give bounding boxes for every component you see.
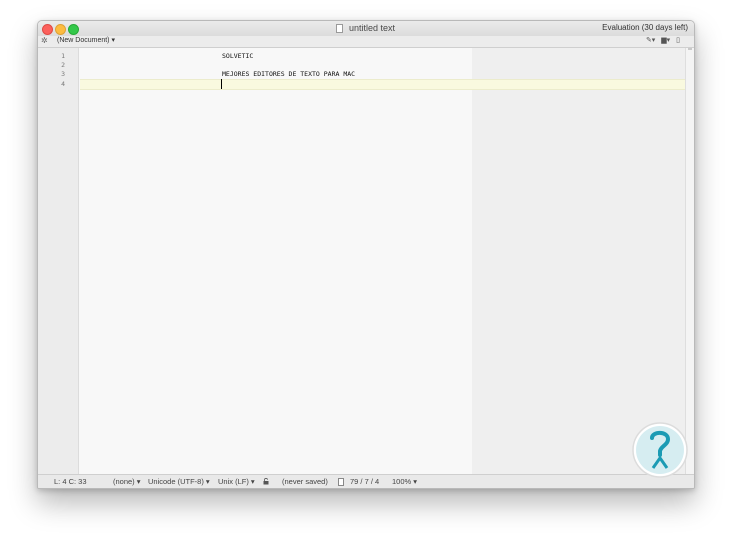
gear-icon[interactable]: ✲: [41, 36, 48, 46]
toolbar-right-icons: ✎▾ ▆▾ ▯: [642, 36, 680, 46]
evaluation-label[interactable]: Evaluation (30 days left): [602, 23, 688, 32]
text-line[interactable]: SOLVETIC: [222, 52, 253, 61]
save-state: (never saved): [282, 477, 328, 486]
zoom-window-button[interactable]: [68, 24, 79, 35]
watermark-logo-icon: [632, 422, 688, 478]
editor-window: untitled text Evaluation (30 days left) …: [37, 20, 695, 489]
editor-area[interactable]: 1 2 3 4 SOLVETIC MEJORES EDITORES DE TEX…: [38, 48, 694, 474]
copy-icon[interactable]: ▆▾: [661, 37, 670, 44]
zoom-menu[interactable]: 100% ▾: [392, 477, 417, 487]
syntax-mode-menu[interactable]: (none) ▾: [113, 477, 141, 487]
text-area[interactable]: [79, 48, 472, 474]
cursor-position[interactable]: L: 4 C: 33: [54, 477, 87, 487]
line-number-gutter: 1 2 3 4: [38, 48, 79, 474]
vertical-scrollbar[interactable]: [685, 48, 694, 474]
line-number: 4: [61, 80, 65, 88]
pencil-icon[interactable]: ✎▾: [646, 37, 655, 44]
line-number: 2: [61, 61, 65, 69]
window-title: untitled text: [349, 23, 396, 33]
document-counts[interactable]: 79 / 7 / 4: [350, 477, 379, 487]
line-number: 3: [61, 70, 65, 78]
document-icon[interactable]: ▯: [676, 37, 680, 44]
text-caret: [221, 79, 222, 89]
status-bar: L: 4 C: 33 (none) ▾ Unicode (UTF-8) ▾ Un…: [38, 474, 694, 488]
line-number: 1: [61, 52, 65, 60]
close-window-button[interactable]: [42, 24, 53, 35]
document-selector[interactable]: (New Document) ▾: [57, 36, 115, 46]
toolbar: ✲ (New Document) ▾ ✎▾ ▆▾ ▯: [38, 36, 694, 48]
page-guide-area: [472, 48, 685, 474]
scroll-knob[interactable]: [688, 48, 692, 50]
minimize-window-button[interactable]: [55, 24, 66, 35]
lock-icon[interactable]: [263, 478, 269, 485]
line-endings-menu[interactable]: Unix (LF) ▾: [218, 477, 255, 487]
text-line[interactable]: MEJORES EDITORES DE TEXTO PARA MAC: [222, 70, 355, 79]
encoding-menu[interactable]: Unicode (UTF-8) ▾: [148, 477, 210, 487]
file-icon: [338, 478, 344, 486]
document-icon: [336, 24, 343, 33]
current-line-highlight: [80, 79, 685, 90]
title-bar[interactable]: untitled text Evaluation (30 days left): [38, 21, 694, 36]
